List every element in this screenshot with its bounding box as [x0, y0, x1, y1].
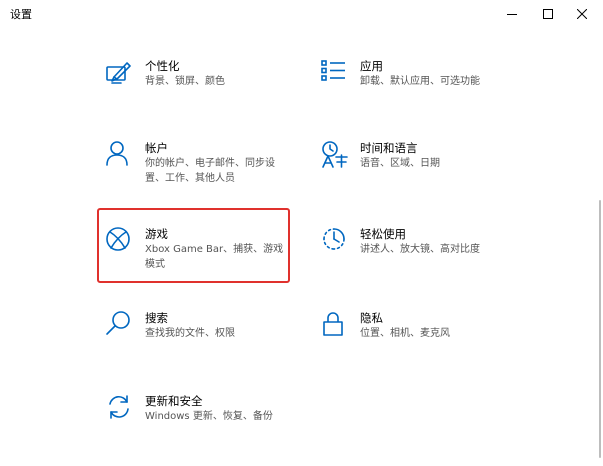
tile-label: 时间和语言 — [360, 141, 418, 155]
ease-of-access-icon — [320, 226, 350, 256]
tile-accounts[interactable]: 帐户 你的帐户、电子邮件、同步设置、工作、其他人员 — [105, 140, 305, 200]
tile-update-security[interactable]: 更新和安全 Windows 更新、恢复、备份 — [105, 393, 305, 453]
tile-search[interactable]: 搜索 查找我的文件、权限 — [105, 310, 305, 370]
lock-icon — [320, 310, 350, 340]
tile-description: Windows 更新、恢复、备份 — [145, 411, 273, 422]
tile-description: 你的帐户、电子邮件、同步设置、工作、其他人员 — [145, 158, 275, 184]
tile-label: 隐私 — [360, 311, 383, 325]
close-icon — [577, 9, 587, 19]
minimize-icon — [507, 9, 517, 19]
tile-time-language[interactable]: 时间和语言 语音、区域、日期 — [320, 140, 520, 200]
personalization-icon — [105, 58, 135, 88]
maximize-button[interactable] — [533, 0, 563, 28]
maximize-icon — [543, 9, 553, 19]
tile-apps[interactable]: 应用 卸载、默认应用、可选功能 — [320, 58, 520, 118]
close-button[interactable] — [567, 0, 597, 28]
xbox-icon — [105, 226, 135, 256]
window-title: 设置 — [10, 8, 32, 21]
search-icon — [105, 310, 135, 340]
tile-ease-of-access[interactable]: 轻松使用 讲述人、放大镜、高对比度 — [320, 226, 520, 286]
tile-label: 游戏 — [145, 227, 168, 241]
title-bar: 设置 — [0, 0, 603, 28]
tile-label: 搜索 — [145, 311, 168, 325]
tile-gaming[interactable]: 游戏 Xbox Game Bar、捕获、游戏模式 — [105, 226, 305, 286]
tile-description: 位置、相机、麦克风 — [360, 328, 450, 339]
tile-label: 更新和安全 — [145, 394, 203, 408]
accounts-icon — [105, 140, 135, 170]
tile-description: 背景、锁屏、颜色 — [145, 76, 225, 87]
tile-label: 个性化 — [145, 59, 180, 73]
tile-description: 卸载、默认应用、可选功能 — [360, 76, 480, 87]
minimize-button[interactable] — [497, 0, 527, 28]
scrollbar[interactable] — [599, 200, 601, 458]
time-language-icon — [320, 140, 350, 170]
tile-personalization[interactable]: 个性化 背景、锁屏、颜色 — [105, 58, 305, 118]
tile-description: 语音、区域、日期 — [360, 158, 440, 169]
sync-icon — [105, 393, 135, 423]
tile-privacy[interactable]: 隐私 位置、相机、麦克风 — [320, 310, 520, 370]
tile-label: 应用 — [360, 59, 383, 73]
tile-description: 查找我的文件、权限 — [145, 328, 235, 339]
tile-description: Xbox Game Bar、捕获、游戏模式 — [145, 244, 284, 270]
tile-description: 讲述人、放大镜、高对比度 — [360, 244, 480, 255]
apps-icon — [320, 58, 350, 88]
tile-label: 轻松使用 — [360, 227, 406, 241]
tile-label: 帐户 — [145, 141, 168, 155]
